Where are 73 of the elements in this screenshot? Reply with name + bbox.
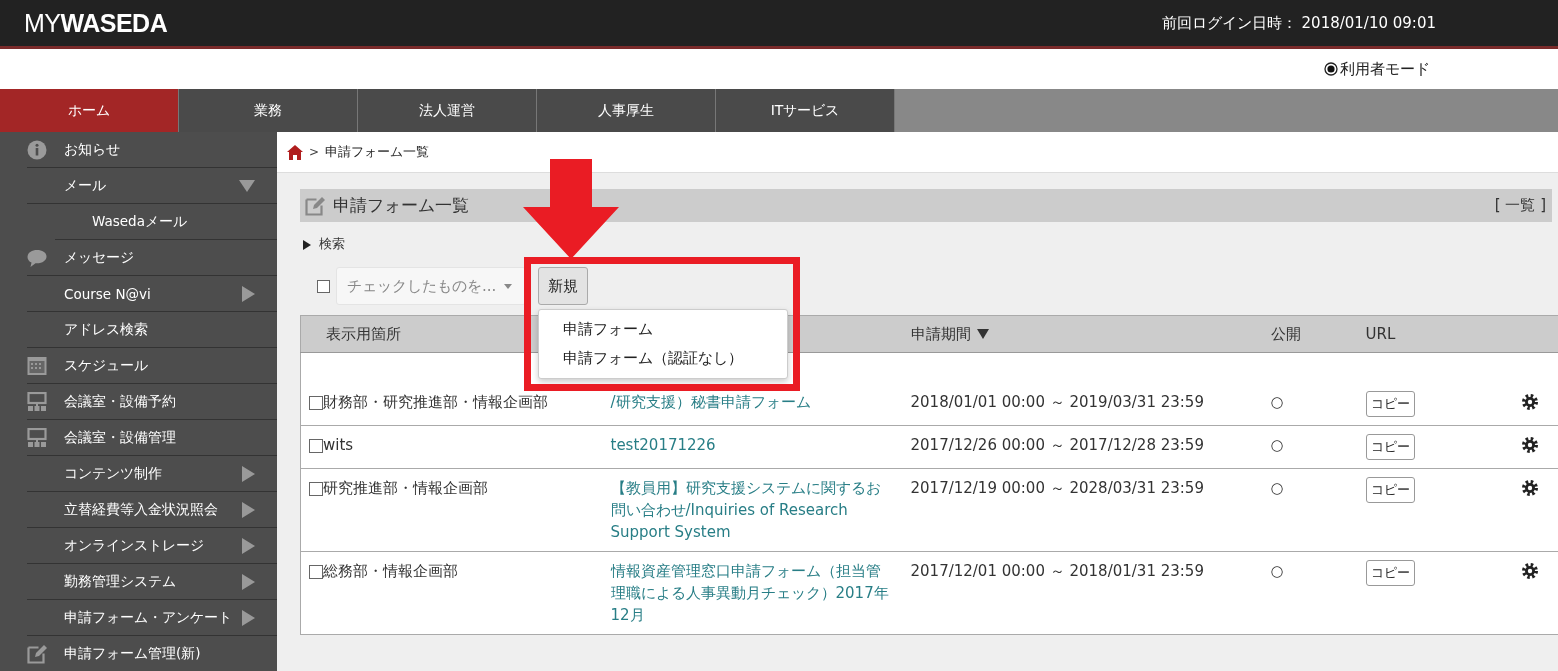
checkbox[interactable] — [309, 482, 323, 496]
table-cell: 2018/01/01 00:00 ～ 2019/03/31 23:59 — [910, 393, 1204, 411]
checkbox[interactable] — [309, 396, 323, 410]
sidebar-item[interactable]: オンラインストレージ — [27, 528, 277, 564]
edit-icon — [27, 643, 47, 664]
table-cell: 2017/12/26 00:00 ～ 2017/12/28 23:59 — [910, 436, 1204, 454]
settings-icon[interactable] — [1520, 436, 1539, 454]
table-cell: ○ — [1270, 436, 1284, 454]
sidebar-item[interactable]: 申請フォーム・アンケート — [27, 600, 277, 636]
menu-item[interactable]: 申請フォーム — [539, 315, 787, 344]
column-header: 表示用箇所 — [326, 324, 401, 344]
table-cell: ○ — [1270, 562, 1284, 580]
form-link[interactable]: 【教員用】研究支援システムに関するお問い合わせ/Inquiries of Research Support System — [610, 477, 891, 543]
home-icon[interactable] — [287, 144, 303, 160]
table-cell-text: 総務部・情報企画部 — [323, 561, 458, 582]
caret-down-icon — [504, 283, 513, 289]
table-cell-text: wits — [323, 435, 354, 456]
sidebar-item[interactable]: 会議室・設備管理 — [27, 420, 277, 456]
nav-tab[interactable]: 業務 — [179, 89, 358, 132]
copy-button[interactable]: コピー — [1365, 434, 1415, 460]
sidebar-item[interactable]: 立替経費等入金状況照会 — [27, 492, 277, 528]
edit-icon — [305, 195, 325, 216]
breadcrumb-item: 申請フォーム一覧 — [325, 143, 430, 161]
sidebar-item[interactable]: メール — [27, 168, 277, 204]
last-login-text: 前回ログイン日時： 2018/01/10 09:01 — [1161, 13, 1436, 33]
settings-icon[interactable] — [1520, 479, 1539, 497]
column-header: 申請期間 — [910, 324, 971, 344]
sort-descending-icon[interactable] — [976, 329, 989, 339]
sidebar-item[interactable]: スケジュール — [27, 348, 277, 384]
checkbox[interactable] — [309, 565, 323, 579]
nav-tab[interactable]: 人事厚生 — [537, 89, 716, 132]
site-logo: MYWASEDA — [24, 8, 168, 38]
sidebar-item[interactable]: 勤務管理システム — [27, 564, 277, 600]
search-toggle[interactable]: 検索 — [319, 236, 345, 253]
panel-title: 申請フォーム一覧 — [333, 194, 470, 217]
copy-button[interactable]: コピー — [1365, 560, 1415, 586]
meeting-room-icon — [27, 427, 47, 448]
info-icon — [27, 139, 47, 160]
form-link[interactable]: 情報資産管理窓口申請フォーム（担当管理職による人事異動月チェック）2017年12月 — [610, 560, 891, 626]
mode-label: 利用者モード — [1340, 59, 1430, 79]
form-link[interactable]: test20171226 — [610, 434, 891, 456]
breadcrumb-separator: > — [309, 145, 320, 159]
meeting-room-icon — [27, 391, 47, 412]
menu-item[interactable]: 申請フォーム（認証なし） — [539, 344, 787, 373]
column-header: 公開 — [1270, 324, 1301, 344]
list-link[interactable]: [ 一覧 ] — [1494, 196, 1546, 215]
checkbox[interactable] — [317, 279, 330, 293]
table-cell-text: 研究推進部・情報企画部 — [323, 478, 488, 499]
sidebar-item[interactable]: コンテンツ制作 — [27, 456, 277, 492]
table-cell: 2017/12/19 00:00 ～ 2028/03/31 23:59 — [910, 479, 1204, 497]
nav-tab[interactable]: ホーム — [0, 89, 179, 132]
copy-button[interactable]: コピー — [1365, 391, 1415, 417]
copy-button[interactable]: コピー — [1365, 477, 1415, 503]
table-cell: ○ — [1270, 393, 1284, 411]
table-cell: 2017/12/01 00:00 ～ 2018/01/31 23:59 — [910, 562, 1204, 580]
sidebar-item[interactable]: Course N@vi — [27, 276, 277, 312]
table-cell-text: 財務部・研究推進部・情報企画部 — [323, 392, 548, 413]
column-header: URL — [1365, 325, 1396, 343]
sidebar-item[interactable]: お知らせ — [27, 132, 277, 168]
table-cell: ○ — [1270, 479, 1284, 497]
sidebar-item[interactable]: 会議室・設備予約 — [27, 384, 277, 420]
radio-button[interactable] — [1324, 62, 1338, 76]
form-link[interactable]: /研究支援）秘書申請フォーム — [610, 391, 891, 413]
checkbox[interactable] — [309, 439, 323, 453]
settings-icon[interactable] — [1520, 562, 1539, 580]
sidebar-item[interactable]: メッセージ — [27, 240, 277, 276]
caret-right-icon[interactable] — [303, 239, 311, 250]
settings-icon[interactable] — [1520, 393, 1539, 411]
speech-bubble-icon — [27, 247, 47, 268]
new-button[interactable]: 新規 — [538, 267, 588, 305]
calendar-icon — [27, 355, 47, 376]
nav-tab[interactable]: ITサービス — [716, 89, 895, 132]
nav-tab[interactable]: 法人運営 — [358, 89, 537, 132]
